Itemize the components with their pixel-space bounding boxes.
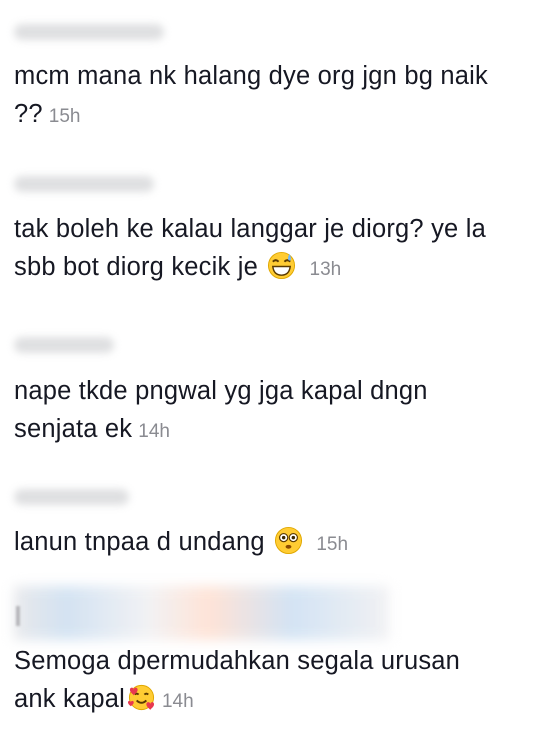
blurred-avatar-fragment [16,606,20,626]
comment-text: mcm mana nk halang dye org jgn bg naik ?… [14,62,488,128]
comment-text-block: tak boleh ke kalau langgar je diorg? ye … [14,210,504,289]
comment-text-block: nape tkde pngwal yg jga kapal dngn senja… [14,372,514,451]
flushed-face-emoji [274,526,303,555]
comment-item[interactable]: lanun tnpaa d undang 15h [14,489,524,564]
blurred-username [14,24,164,40]
comment-time: 15h [316,534,349,555]
comment-item[interactable]: nape tkde pngwal yg jga kapal dngn senja… [14,337,524,451]
comment-time: 13h [309,259,342,280]
comment-text: nape tkde pngwal yg jga kapal dngn senja… [14,377,428,443]
blurred-username-bar [14,586,389,640]
comment-text: tak boleh ke kalau langgar je diorg? ye … [14,215,486,281]
comment-time: 14h [161,691,194,712]
comment-time: 15h [48,106,81,127]
blurred-username [14,337,114,353]
comment-item[interactable]: tak boleh ke kalau langgar je diorg? ye … [14,176,524,289]
comment-item[interactable]: mcm mana nk halang dye org jgn bg naik ?… [14,24,524,136]
comment-text-block: Semoga dpermudahkan segala urusan ank ka… [14,642,494,721]
blurred-username [14,176,154,192]
smiling-face-with-hearts-emoji [127,684,155,711]
comment-text-block: mcm mana nk halang dye org jgn bg naik ?… [14,57,504,136]
blurred-username [14,489,129,505]
grinning-sweat-emoji [268,251,296,280]
comment-time: 14h [138,421,170,442]
comment-text: Semoga dpermudahkan segala urusan ank ka… [14,647,461,713]
comment-item[interactable]: Semoga dpermudahkan segala urusan ank ka… [14,642,524,721]
comment-text: lanun tnpaa d undang [14,528,265,556]
comment-text-block: lanun tnpaa d undang 15h [14,523,524,564]
